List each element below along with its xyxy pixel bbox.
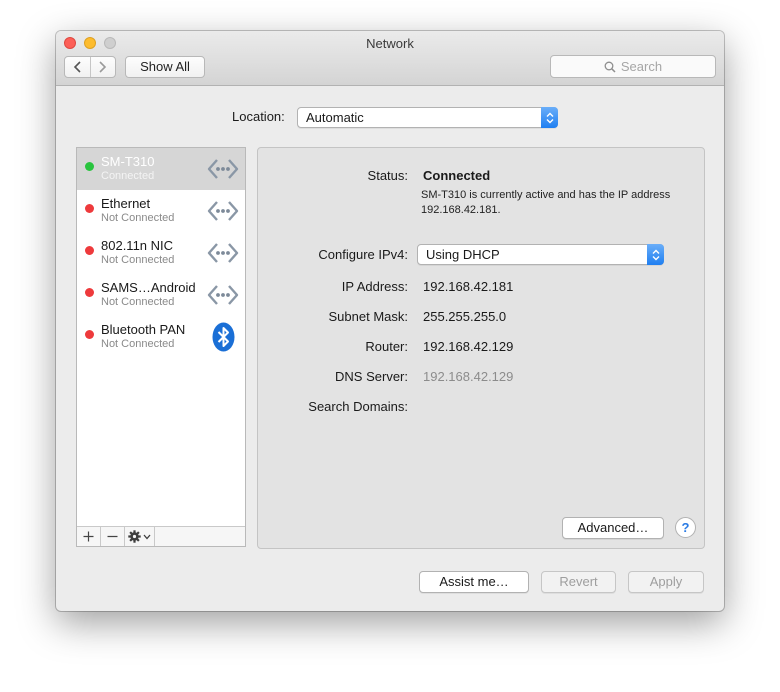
service-name: SM-T310 xyxy=(101,154,155,169)
titlebar: Network Show All Search xyxy=(56,31,724,86)
forward-button[interactable] xyxy=(89,57,116,77)
router-value: 192.168.42.129 xyxy=(423,339,514,354)
magnifier-icon xyxy=(604,61,616,73)
bluetooth-icon xyxy=(212,322,235,352)
service-status: Not Connected xyxy=(101,296,175,308)
service-status: Not Connected xyxy=(101,338,175,350)
service-name: Bluetooth PAN xyxy=(101,322,186,337)
add-service-button[interactable] xyxy=(77,527,101,546)
advanced-button[interactable]: Advanced… xyxy=(562,517,664,539)
service-item-ethernet[interactable]: Ethernet Not Connected xyxy=(77,190,245,232)
service-name: SAMS…Android xyxy=(101,280,196,295)
configure-ipv4-label: Configure IPv4: xyxy=(318,247,408,262)
configure-ipv4-popup[interactable]: Using DHCP xyxy=(417,244,664,265)
location-label: Location: xyxy=(232,109,285,124)
help-button[interactable]: ? xyxy=(675,517,696,538)
status-dot-red xyxy=(85,246,94,255)
chevron-left-icon xyxy=(73,61,81,73)
back-forward-control xyxy=(64,56,116,78)
show-all-button[interactable]: Show All xyxy=(125,56,205,78)
assist-me-button[interactable]: Assist me… xyxy=(419,571,529,593)
detail-panel: Status: Connected SM-T310 is currently a… xyxy=(257,147,705,549)
service-status: Not Connected xyxy=(101,254,175,266)
status-dot-red xyxy=(85,204,94,213)
chevron-down-icon xyxy=(143,534,151,539)
window-title: Network xyxy=(366,36,414,51)
service-status: Connected xyxy=(101,170,155,182)
ethernet-arrows-icon xyxy=(207,285,239,305)
service-status: Not Connected xyxy=(101,212,175,224)
location-popup[interactable]: Automatic xyxy=(297,107,558,128)
status-dot-green xyxy=(85,162,94,171)
action-menu-button[interactable] xyxy=(125,527,155,546)
ip-address-label: IP Address: xyxy=(341,279,408,294)
search-domains-label: Search Domains: xyxy=(308,399,408,414)
popup-arrows-icon xyxy=(647,244,664,265)
service-list: SM-T310 Connected Ethernet Not Connected… xyxy=(76,147,246,547)
apply-button[interactable]: Apply xyxy=(628,571,704,593)
network-window: Network Show All Search Location: Automa… xyxy=(56,31,724,611)
status-description: SM-T310 is currently active and has the … xyxy=(421,189,671,216)
ethernet-arrows-icon xyxy=(207,159,239,179)
revert-button[interactable]: Revert xyxy=(541,571,616,593)
service-name: 802.11n NIC xyxy=(101,238,174,253)
gear-icon xyxy=(128,530,141,543)
status-value: Connected xyxy=(423,168,491,183)
minus-icon xyxy=(107,535,118,538)
ip-address-value: 192.168.42.181 xyxy=(423,279,514,294)
chevron-right-icon xyxy=(99,61,107,73)
service-list-toolbar xyxy=(77,526,245,546)
plus-icon xyxy=(83,531,94,542)
status-dot-red xyxy=(85,330,94,339)
location-value: Automatic xyxy=(306,110,364,125)
search-field[interactable]: Search xyxy=(550,55,716,78)
router-label: Router: xyxy=(365,339,408,354)
status-dot-red xyxy=(85,288,94,297)
status-label: Status: xyxy=(367,168,408,183)
remove-service-button[interactable] xyxy=(101,527,125,546)
service-item-samsung-android[interactable]: SAMS…Android Not Connected xyxy=(77,274,245,316)
search-placeholder: Search xyxy=(620,59,663,74)
ethernet-arrows-icon xyxy=(207,243,239,263)
ethernet-arrows-icon xyxy=(207,201,239,221)
service-item-sm-t310[interactable]: SM-T310 Connected xyxy=(77,148,245,190)
subnet-mask-label: Subnet Mask: xyxy=(328,309,409,324)
subnet-mask-value: 255.255.255.0 xyxy=(423,309,507,324)
dns-server-value: 192.168.42.129 xyxy=(423,369,514,384)
service-item-bluetooth-pan[interactable]: Bluetooth PAN Not Connected xyxy=(77,316,245,358)
service-name: Ethernet xyxy=(101,196,151,211)
back-button[interactable] xyxy=(65,57,90,77)
dns-server-label: DNS Server: xyxy=(335,369,408,384)
configure-ipv4-value: Using DHCP xyxy=(426,247,500,262)
popup-arrows-icon xyxy=(541,107,558,128)
service-item-802-11n-nic[interactable]: 802.11n NIC Not Connected xyxy=(77,232,245,274)
